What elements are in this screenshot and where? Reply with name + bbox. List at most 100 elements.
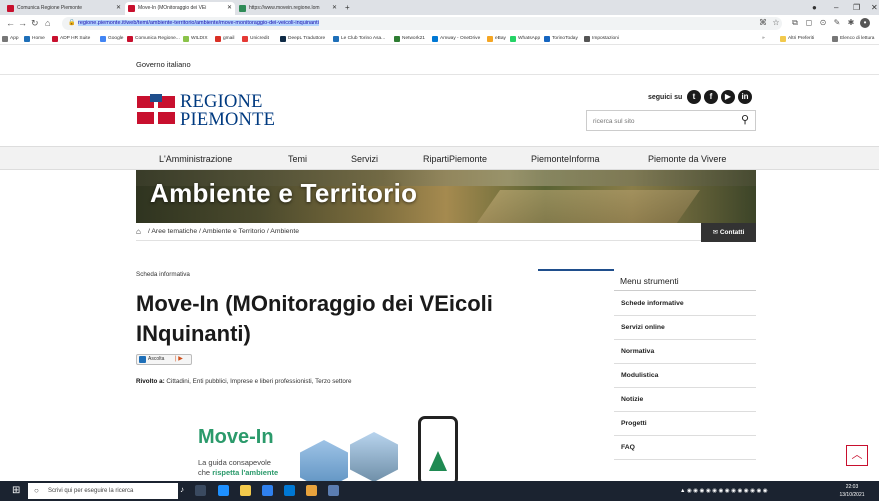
profile-icon[interactable]: ●	[812, 0, 817, 15]
breadcrumb: ⌂ / Aree tematiche / Ambiente e Territor…	[136, 223, 756, 241]
new-tab-button[interactable]: +	[345, 0, 350, 15]
content-type-label: Scheda informativa	[136, 271, 190, 278]
phone-icon	[418, 416, 458, 483]
pencil-icon[interactable]: ✎	[832, 18, 842, 28]
address-bar[interactable]: 🔒 regione.piemonte.it/web/temi/ambiente-…	[62, 17, 782, 30]
bookmark-item[interactable]: Impostazioni	[584, 32, 619, 44]
extension-icon[interactable]: ◻	[804, 18, 814, 28]
bookmark-item[interactable]: Network21	[394, 32, 425, 44]
speaker-icon	[139, 356, 146, 363]
browser-tab[interactable]: https://www.movein.regione.lom ✕	[236, 2, 340, 15]
menu-accent-line	[538, 269, 614, 271]
contatti-button[interactable]: ✉ Contatti	[701, 223, 756, 242]
bookmark-item[interactable]: eBay	[487, 32, 506, 44]
bookmark-item[interactable]: Le Club Torino Asa...	[333, 32, 385, 44]
favicon-icon	[239, 5, 246, 12]
skype-icon[interactable]	[284, 485, 295, 496]
tab-close-icon[interactable]: ✕	[332, 2, 337, 15]
file-explorer-icon[interactable]	[240, 485, 251, 496]
windows-taskbar: ⊞ ○ Scrivi qui per eseguire la ricerca ♪…	[0, 481, 879, 501]
back-icon[interactable]: ←	[6, 15, 15, 32]
mail-icon: ✉	[712, 229, 720, 236]
youtube-icon[interactable]: ▶	[721, 90, 735, 104]
bookmark-item[interactable]: DeepL Traduttore	[280, 32, 325, 44]
bookmark-item[interactable]: Google	[100, 32, 123, 44]
gov-link[interactable]: Governo italiano	[136, 60, 191, 69]
tab-close-icon[interactable]: ✕	[116, 2, 121, 15]
search-input[interactable]	[593, 115, 723, 127]
menu-item-faq[interactable]: FAQ	[614, 436, 756, 460]
bookmark-item[interactable]: WILDIX	[183, 32, 208, 44]
menu-item-servizi-online[interactable]: Servizi online	[614, 316, 756, 340]
bookmark-item[interactable]: Unicredit	[242, 32, 269, 44]
breadcrumb-path[interactable]: / Aree tematiche / Ambiente e Territorio…	[148, 223, 299, 241]
play-icon[interactable]: | ▶	[175, 355, 183, 364]
mountain-hexagon-image	[300, 440, 348, 483]
restore-icon[interactable]: ❐	[853, 0, 860, 15]
task-view-icon[interactable]	[195, 485, 206, 496]
bookmarks-more-icon[interactable]: »	[762, 32, 765, 44]
menu-item-modulistica[interactable]: Modulistica	[614, 364, 756, 388]
nav-ripartipiemonte[interactable]: RipartiPiemonte	[423, 147, 487, 171]
extension-icon[interactable]: ⊙	[818, 18, 828, 28]
menu-item-normativa[interactable]: Normativa	[614, 340, 756, 364]
bookmark-item[interactable]: gmail	[215, 32, 234, 44]
bookmark-item[interactable]: WhatsApp	[510, 32, 540, 44]
system-tray[interactable]: ▲ ◉ ◉ ◉ ◉ ◉ ◉ ◉ ◉ ◉ ◉ ◉ ◉ ◉	[680, 481, 768, 501]
menu-item-progetti[interactable]: Progetti	[614, 412, 756, 436]
bookmark-item[interactable]: Comunica Regione...	[127, 32, 180, 44]
favicon-icon	[7, 5, 14, 12]
reload-icon[interactable]: ↻	[31, 15, 39, 32]
twitter-icon[interactable]: t	[687, 90, 701, 104]
tab-close-icon[interactable]: ✕	[227, 2, 232, 15]
favicon-icon	[128, 5, 135, 12]
microphone-icon[interactable]: ♪	[180, 485, 184, 494]
bookmark-star-icon[interactable]: ☆	[771, 18, 781, 28]
regione-logo-text[interactable]: REGIONE PIEMONTE	[180, 93, 276, 130]
close-window-icon[interactable]: ✕	[871, 0, 878, 15]
bookmark-item[interactable]: ADP HR Suite	[52, 32, 90, 44]
minimize-icon[interactable]: –	[834, 0, 838, 15]
social-label: seguici su	[648, 94, 683, 101]
url-text[interactable]: regione.piemonte.it/web/temi/ambiente-te…	[78, 20, 319, 26]
mail-app-icon[interactable]	[262, 485, 273, 496]
facebook-icon[interactable]: f	[704, 90, 718, 104]
browser-tab[interactable]: Comunica Regione Piemonte ✕	[4, 2, 124, 15]
edge-icon[interactable]	[218, 485, 229, 496]
nav-piemonte-da-vivere[interactable]: Piemonte da Vivere	[648, 147, 726, 171]
nav-amministrazione[interactable]: L'Amministrazione	[159, 147, 232, 171]
system-clock[interactable]: 22:03 13/10/2021	[836, 483, 868, 499]
bookmark-folder[interactable]: Altri Preferiti	[780, 32, 814, 44]
extension-icon[interactable]: ⧉	[790, 18, 800, 28]
home-icon[interactable]: ⌂	[136, 223, 141, 241]
nav-piemonteinforma[interactable]: PiemonteInforma	[531, 147, 600, 171]
scroll-to-top-button[interactable]: ︿	[846, 445, 868, 466]
bookmark-item[interactable]: Amway - OneDrive	[432, 32, 480, 44]
divider	[0, 74, 879, 75]
listen-button[interactable]: Ascolta | ▶	[136, 354, 192, 365]
menu-item-schede[interactable]: Schede informative	[614, 292, 756, 316]
bookmark-item[interactable]: TorinoToday	[544, 32, 578, 44]
search-icon[interactable]: ⚲	[741, 114, 749, 127]
reading-list[interactable]: Elenco di lettura	[832, 32, 874, 44]
browser-tab-active[interactable]: Move-In (MOnitoraggio dei VEi ✕	[125, 2, 235, 15]
home-icon[interactable]: ⌂	[45, 15, 50, 32]
menu-item-notizie[interactable]: Notizie	[614, 388, 756, 412]
forward-icon[interactable]: →	[18, 15, 27, 32]
bookmark-item[interactable]: App	[2, 32, 19, 44]
chrome-icon[interactable]	[306, 485, 317, 496]
logo-line: PIEMONTE	[180, 110, 276, 130]
linkedin-icon[interactable]: in	[738, 90, 752, 104]
bookmark-item[interactable]: Home	[24, 32, 45, 44]
audience-label: Rivolto a:	[136, 378, 165, 385]
browser-tab-strip: Comunica Regione Piemonte ✕ Move-In (MOn…	[0, 0, 879, 15]
app-icon[interactable]	[328, 485, 339, 496]
nav-temi[interactable]: Temi	[288, 147, 307, 171]
regione-logo-icon[interactable]	[137, 94, 177, 128]
avatar[interactable]: •	[860, 18, 870, 28]
translate-icon[interactable]: ⌘	[758, 18, 768, 28]
taskbar-search[interactable]: ○ Scrivi qui per eseguire la ricerca	[28, 483, 178, 499]
nav-servizi[interactable]: Servizi	[351, 147, 378, 171]
puzzle-icon[interactable]: ✱	[846, 18, 856, 28]
windows-start-icon[interactable]: ⊞	[12, 485, 20, 497]
